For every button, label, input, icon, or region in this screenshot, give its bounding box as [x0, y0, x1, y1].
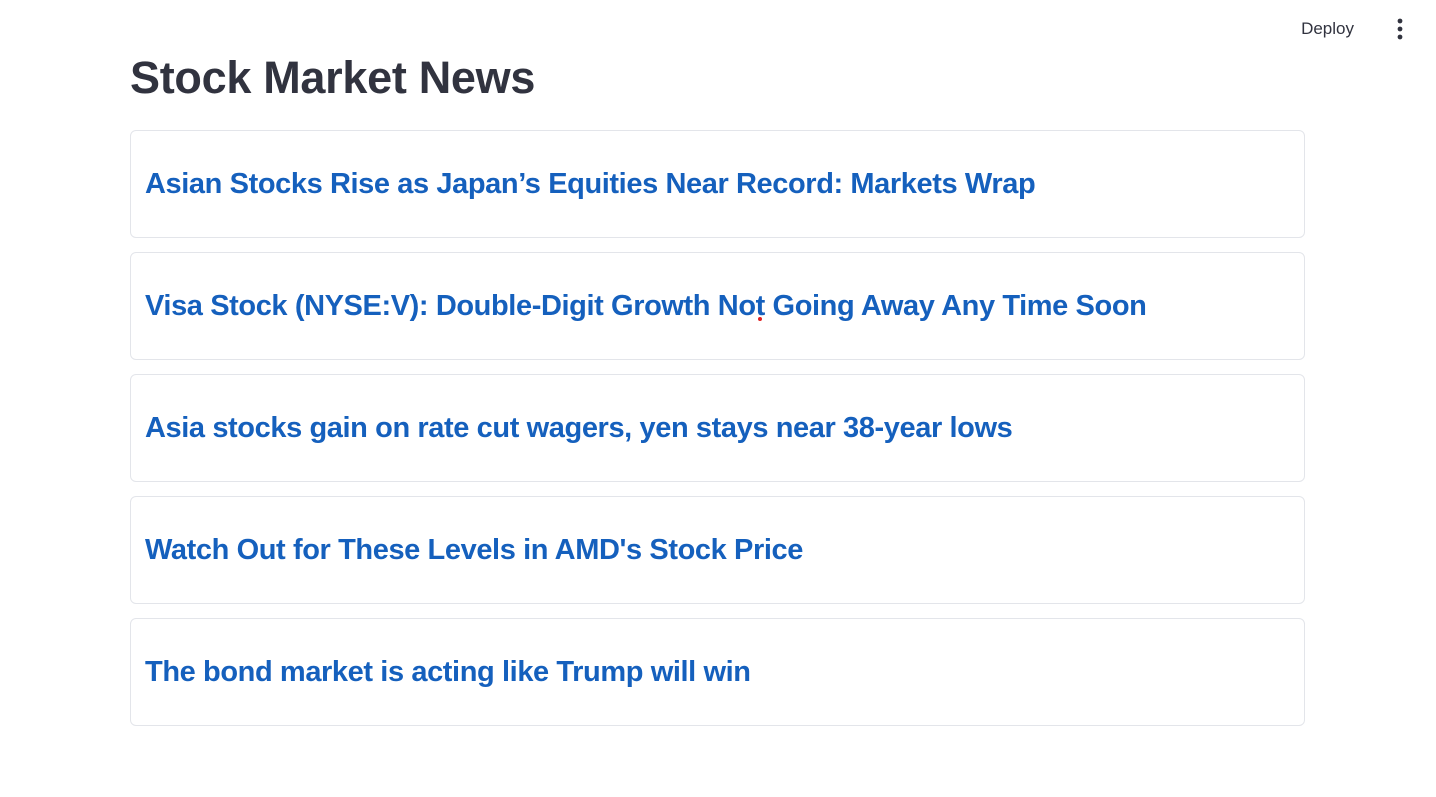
news-headline-link[interactable]: Asia stocks gain on rate cut wagers, yen… — [145, 412, 1013, 445]
news-card: Watch Out for These Levels in AMD's Stoc… — [130, 496, 1305, 604]
page-title: Stock Market News — [130, 52, 536, 103]
news-card: Visa Stock (NYSE:V): Double-Digit Growth… — [130, 252, 1305, 360]
news-headline-link[interactable]: Watch Out for These Levels in AMD's Stoc… — [145, 534, 803, 567]
news-list: Asian Stocks Rise as Japan’s Equities Ne… — [130, 130, 1305, 740]
vertical-ellipsis-icon — [1397, 18, 1403, 40]
top-toolbar: Deploy — [1291, 0, 1436, 58]
deploy-button[interactable]: Deploy — [1291, 13, 1364, 45]
main-menu-button[interactable] — [1386, 15, 1414, 43]
news-headline-link[interactable]: The bond market is acting like Trump wil… — [145, 656, 751, 689]
news-card: The bond market is acting like Trump wil… — [130, 618, 1305, 726]
mouse-cursor-dot — [758, 317, 762, 321]
news-card: Asian Stocks Rise as Japan’s Equities Ne… — [130, 130, 1305, 238]
news-headline-link[interactable]: Visa Stock (NYSE:V): Double-Digit Growth… — [145, 290, 1147, 323]
news-card: Asia stocks gain on rate cut wagers, yen… — [130, 374, 1305, 482]
news-headline-link[interactable]: Asian Stocks Rise as Japan’s Equities Ne… — [145, 168, 1036, 201]
